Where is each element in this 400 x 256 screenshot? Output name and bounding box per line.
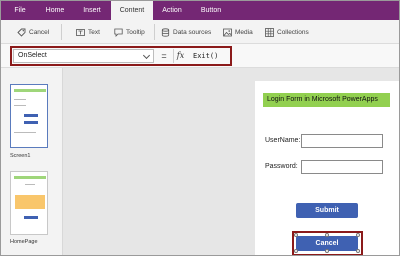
selection-handle[interactable] (294, 233, 298, 237)
screen-thumbnail-homepage[interactable] (10, 171, 48, 235)
thumbnail-panel (15, 195, 45, 209)
tab-file[interactable]: File (6, 1, 34, 20)
menu-bar: File Home Insert Content Action Button (1, 1, 399, 20)
data-sources-ribbon-label: Data sources (173, 28, 212, 36)
collections-ribbon-label: Collections (277, 28, 309, 36)
password-label: Password: (265, 163, 298, 170)
ribbon-divider (154, 24, 155, 40)
selection-handle[interactable] (325, 233, 329, 237)
cancel-ribbon-label: Cancel (29, 28, 50, 36)
text-ribbon-label: Text (88, 28, 100, 36)
screen-thumbnail-screen1[interactable] (10, 84, 48, 148)
thumbnail-line (14, 105, 26, 106)
text-ribbon-button[interactable]: Text (76, 25, 100, 39)
ribbon: Cancel Text Tooltip Data sources Media C… (1, 20, 399, 44)
thumbnail-button (24, 216, 38, 219)
tooltip-ribbon-label: Tooltip (126, 28, 145, 36)
selection-handle[interactable] (325, 249, 329, 253)
form-title: Login Form in Microsoft PowerApps (267, 96, 378, 103)
tooltip-icon (114, 28, 123, 37)
tab-home[interactable]: Home (38, 1, 72, 20)
tab-insert[interactable]: Insert (75, 1, 109, 20)
image-icon (223, 28, 232, 37)
tooltip-ribbon-button[interactable]: Tooltip (114, 25, 145, 39)
username-input[interactable] (301, 134, 383, 148)
tab-content[interactable]: Content (111, 1, 153, 20)
screens-panel: Screen1 HomePage (1, 68, 63, 255)
data-sources-ribbon-button[interactable]: Data sources (161, 25, 211, 39)
thumbnail-button (24, 121, 38, 124)
media-ribbon-button[interactable]: Media (223, 25, 253, 39)
database-icon (161, 27, 170, 37)
submit-button[interactable]: Submit (296, 203, 358, 218)
selection-handle[interactable] (356, 233, 360, 237)
selection-handle[interactable] (356, 249, 360, 253)
password-input[interactable] (301, 160, 383, 174)
collections-ribbon-button[interactable]: Collections (265, 25, 309, 39)
screen-label-screen1: Screen1 (10, 153, 31, 159)
tab-button[interactable]: Button (193, 1, 229, 20)
media-ribbon-label: Media (235, 28, 253, 36)
grid-icon (265, 27, 274, 37)
formula-bar: OnSelect = fx Exit() (1, 44, 399, 68)
username-label: UserName: (265, 137, 301, 144)
thumbnail-title-bar (14, 176, 46, 179)
formula-highlight-box (10, 46, 232, 66)
form-title-bar[interactable]: Login Form in Microsoft PowerApps (263, 93, 390, 107)
thumbnail-line (25, 184, 35, 185)
cancel-ribbon-button[interactable]: Cancel (17, 25, 49, 39)
tab-action[interactable]: Action (155, 1, 189, 20)
text-label-icon (76, 28, 85, 37)
thumbnail-line (14, 99, 26, 100)
screen-label-homepage: HomePage (10, 239, 38, 245)
ribbon-divider (61, 24, 62, 40)
thumbnail-button (24, 114, 38, 117)
powerapps-window: File Home Insert Content Action Button C… (0, 0, 400, 256)
thumbnail-title-bar (14, 89, 46, 92)
thumbnail-line (14, 132, 36, 133)
selection-handle[interactable] (294, 249, 298, 253)
tag-icon (17, 28, 26, 37)
